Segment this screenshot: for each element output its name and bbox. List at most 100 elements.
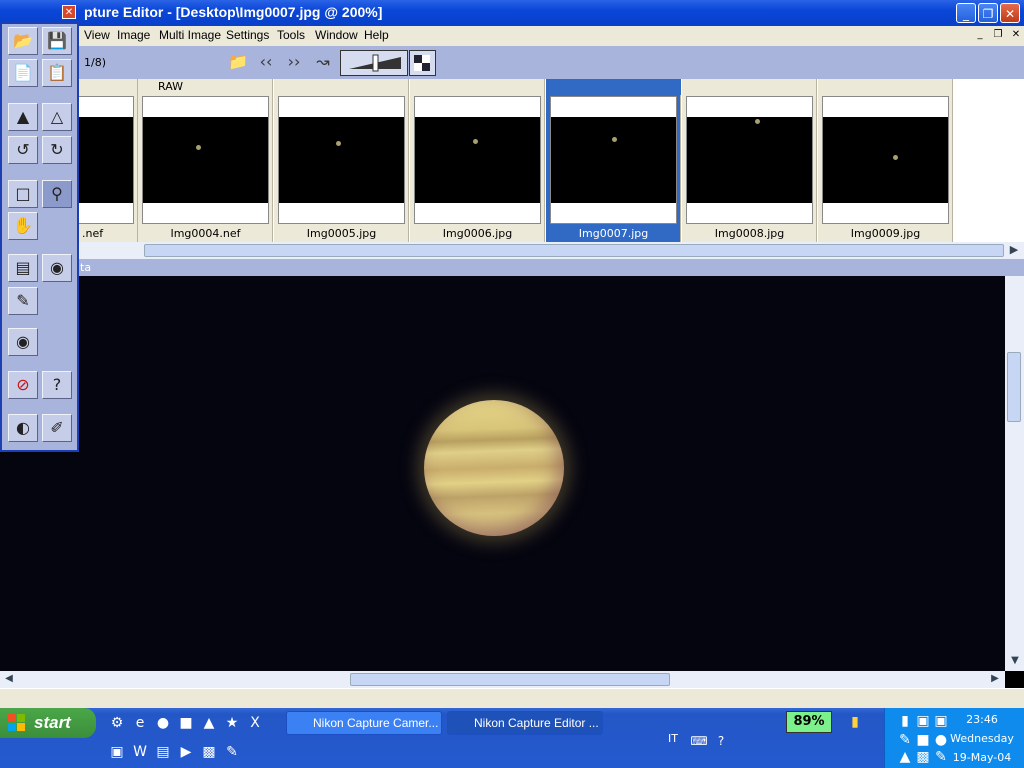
prev-icon[interactable]: ‹‹	[256, 52, 276, 72]
zoom-slider[interactable]	[340, 50, 408, 76]
checker-icon[interactable]	[409, 50, 436, 76]
minimize-button[interactable]: _	[956, 3, 976, 23]
contrast-icon[interactable]: ◐	[8, 414, 38, 442]
vertical-scrollbar[interactable]	[1005, 276, 1024, 671]
app-icon[interactable]: ▩	[200, 743, 218, 761]
menu-settings[interactable]: Settings	[226, 28, 269, 42]
quicklaunch-icon[interactable]: ⚙	[108, 714, 126, 732]
curves-icon[interactable]: △	[42, 103, 72, 131]
rotate-icon[interactable]: ↝	[313, 52, 333, 72]
excel-icon[interactable]: X	[246, 714, 264, 732]
scroll-left-icon[interactable]: ◀	[2, 673, 16, 686]
app-icon[interactable]: ★	[223, 714, 241, 732]
task-nikon-capture-camera[interactable]: Nikon Capture Camer...	[286, 711, 442, 735]
help-icon[interactable]: ?	[712, 732, 730, 750]
levels-icon[interactable]: ▲	[8, 103, 38, 131]
palette-close-button[interactable]: ✕	[62, 5, 76, 19]
app-icon[interactable]: ■	[177, 714, 195, 732]
scroll-right-icon[interactable]: ▶	[1006, 243, 1022, 258]
horizontal-scroll-thumb[interactable]	[350, 673, 670, 686]
thumbnail-caption: Img0008.jpg	[714, 227, 785, 240]
stop-icon[interactable]: ⊘	[8, 371, 38, 399]
toolbar	[0, 46, 1024, 79]
battery-meter: 89%	[786, 711, 832, 733]
thumbnail-scroll-thumb[interactable]	[144, 244, 1004, 257]
task-nikon-capture-editor[interactable]: Nikon Capture Editor ...	[447, 711, 603, 735]
media-icon[interactable]: ▶	[177, 743, 195, 761]
thumbnail-caption: Img0007.jpg	[578, 227, 649, 240]
menu-tools[interactable]: Tools	[277, 28, 305, 42]
battery-icon[interactable]: ▮	[846, 713, 864, 731]
thumbnail-caption: Img0005.jpg	[306, 227, 377, 240]
thumbnail-img0009[interactable]: Img0009.jpg	[818, 79, 953, 242]
clock[interactable]: 23:46 Wednesday 19-May-04	[940, 710, 1024, 767]
thumbnail-img0007[interactable]: Img0007.jpg	[546, 79, 681, 242]
zoom-icon[interactable]: ⚲	[42, 180, 72, 208]
menu-help[interactable]: Help	[364, 28, 389, 42]
mdi-restore-button[interactable]: ❐	[990, 28, 1006, 42]
thumbnail-caption: Img0009.jpg	[850, 227, 921, 240]
app-icon[interactable]: ✎	[223, 743, 241, 761]
mdi-minimize-button[interactable]: _	[972, 28, 988, 42]
next-icon[interactable]: ››	[284, 52, 304, 72]
menu-multi-image[interactable]: Multi Image	[159, 28, 221, 42]
hand-icon[interactable]: ✋	[8, 212, 38, 240]
restore-button[interactable]: ❐	[978, 3, 998, 23]
scroll-down-icon[interactable]: ▼	[1007, 655, 1023, 669]
zoom-slider-icon	[349, 54, 401, 72]
menu-image[interactable]: Image	[117, 28, 150, 42]
camera-icon[interactable]: ◉	[42, 254, 72, 282]
tray-icon[interactable]: ■	[914, 731, 932, 749]
paste-icon[interactable]: 📋	[42, 59, 72, 87]
tray-icon[interactable]: ✎	[896, 731, 914, 749]
jupiter-image	[424, 400, 564, 536]
tray-icon[interactable]: ▩	[914, 748, 932, 766]
thumbnail-img0006[interactable]: Img0006.jpg	[410, 79, 545, 242]
clock-day: Wednesday	[950, 732, 1014, 745]
menu-window[interactable]: Window	[315, 28, 358, 42]
status-bar	[0, 688, 1024, 709]
ie-icon[interactable]: e	[131, 714, 149, 732]
app-icon[interactable]: ▤	[154, 743, 172, 761]
thumbnail-img0008[interactable]: Img0008.jpg	[682, 79, 817, 242]
vertical-scroll-thumb[interactable]	[1007, 352, 1021, 422]
notes-icon[interactable]: ✎	[8, 287, 38, 315]
brush-icon[interactable]: ✐	[42, 414, 72, 442]
image-counter: 1/8)	[84, 56, 106, 69]
save-icon[interactable]: 💾	[42, 27, 72, 55]
menu-view[interactable]: View	[84, 28, 110, 42]
task-label: Nikon Capture Camer...	[313, 716, 439, 730]
clock-time: 23:46	[966, 713, 998, 726]
window-icon[interactable]: ▤	[8, 254, 38, 282]
folder-icon[interactable]: 📁	[228, 52, 248, 72]
clock-date: 19-May-04	[952, 751, 1012, 764]
info-bar	[0, 259, 1024, 276]
scroll-right-icon[interactable]: ▶	[988, 673, 1002, 686]
copy-icon[interactable]: 📄	[8, 59, 38, 87]
eye-icon[interactable]: ◉	[8, 328, 38, 356]
open-icon[interactable]: 📂	[8, 27, 38, 55]
app-icon[interactable]: ▣	[108, 743, 126, 761]
app-icon[interactable]: ●	[154, 714, 172, 732]
close-button[interactable]: ✕	[1000, 3, 1020, 23]
thumbnail-img0004[interactable]: RAW Img0004.nef	[138, 79, 273, 242]
rotate-left-icon[interactable]: ↺	[8, 136, 38, 164]
language-indicator[interactable]: IT	[668, 732, 678, 745]
word-icon[interactable]: W	[131, 743, 149, 761]
tray-icon[interactable]: ▲	[896, 748, 914, 766]
thumbnail-strip: .nef RAW Img0004.nef Img0005.jpg Img0006…	[0, 79, 1024, 242]
app-icon[interactable]: ▲	[200, 714, 218, 732]
menu-bar	[0, 26, 1024, 46]
window-title: pture Editor - [Desktop\Img0007.jpg @ 20…	[84, 4, 383, 20]
thumbnail-caption: Img0006.jpg	[442, 227, 513, 240]
rotate-right-icon[interactable]: ↻	[42, 136, 72, 164]
network-icon[interactable]: ▣	[914, 712, 932, 730]
tray-icon[interactable]: ▮	[896, 712, 914, 730]
thumbnail-caption: Img0004.nef	[170, 227, 241, 240]
help-icon[interactable]: ?	[42, 371, 72, 399]
task-label: Nikon Capture Editor ...	[474, 716, 599, 730]
marquee-icon[interactable]: □	[8, 180, 38, 208]
mdi-close-button[interactable]: ✕	[1008, 28, 1024, 42]
keyboard-icon[interactable]: ⌨	[690, 732, 708, 750]
thumbnail-img0005[interactable]: Img0005.jpg	[274, 79, 409, 242]
